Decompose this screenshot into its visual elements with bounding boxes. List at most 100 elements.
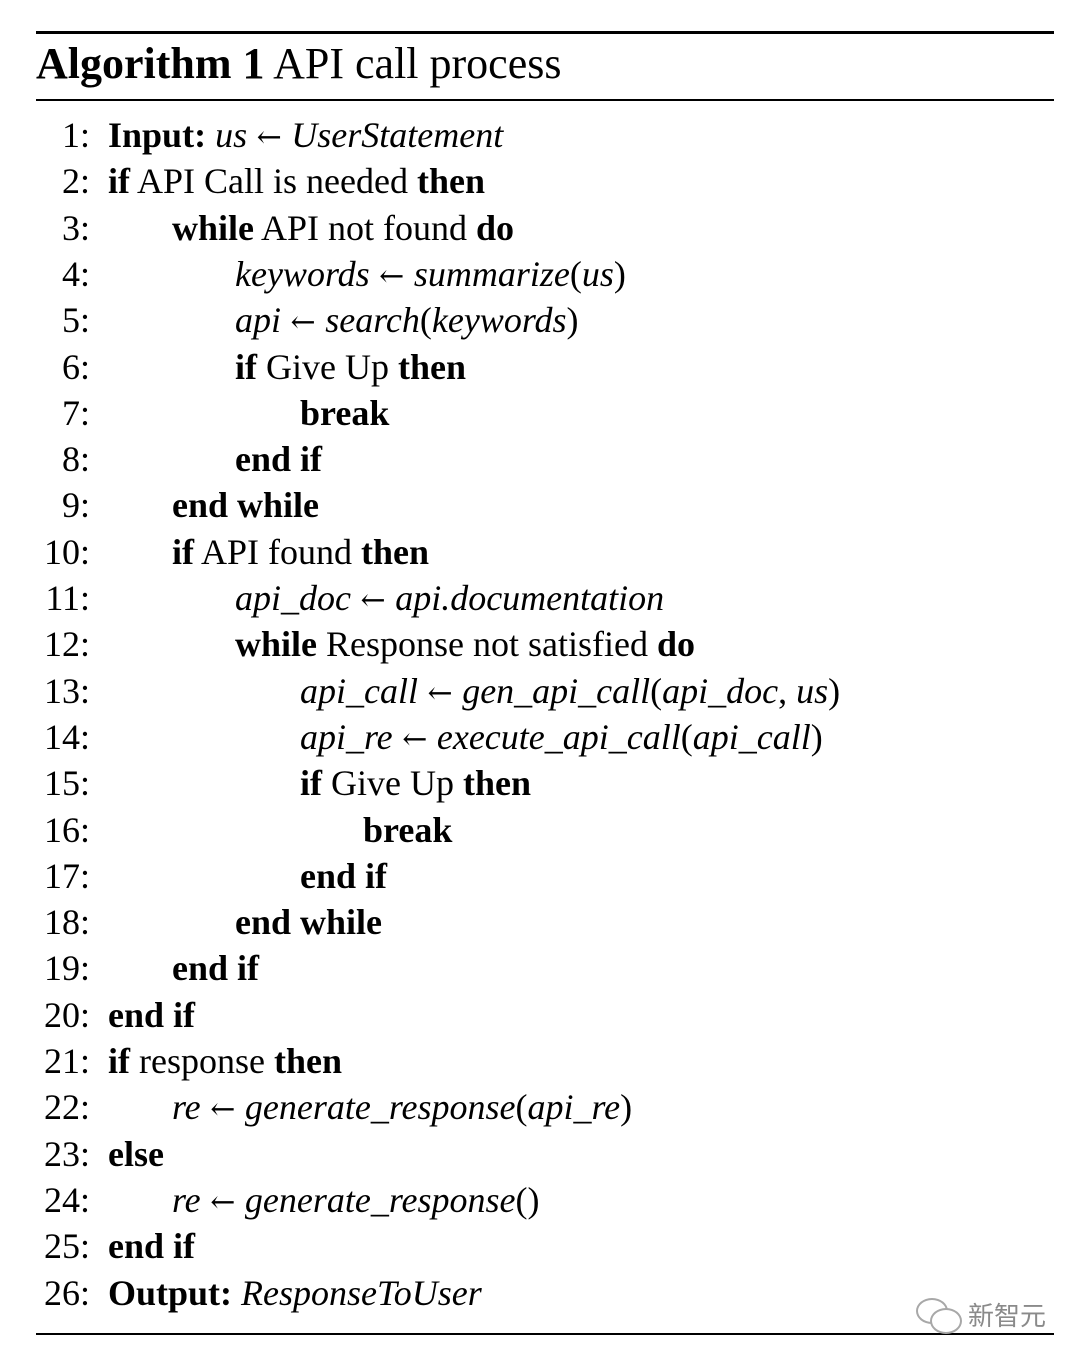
line-number: 1: <box>61 115 90 155</box>
math-term: re <box>172 1179 201 1220</box>
math-term: gen_api_call <box>462 670 651 711</box>
line-number: 11: <box>45 578 90 618</box>
math-term: us <box>215 115 248 155</box>
math-term: re <box>172 1087 201 1128</box>
line-content: while Response not satisfied do <box>235 621 695 667</box>
line-number: 20: <box>43 994 90 1035</box>
keyword: do <box>656 624 696 665</box>
math-term: us <box>796 670 829 711</box>
line-content: keywords ← summarize(us) <box>235 251 626 300</box>
math-term: keywords <box>235 253 370 294</box>
keyword: else <box>108 1133 164 1174</box>
math-term: search <box>325 300 420 341</box>
line-content: if API found then <box>172 529 429 575</box>
math-term: generate_response <box>244 1179 516 1220</box>
line-number: 3: <box>61 207 90 248</box>
line-number: 8: <box>61 439 90 480</box>
line-content: if response then <box>108 1038 342 1084</box>
arrow-symbol: ← <box>247 120 292 155</box>
math-term: api.documentation <box>395 578 665 618</box>
keyword: end if <box>172 948 260 989</box>
line-content: if API Call is needed then <box>108 158 485 204</box>
algorithm-label: Algorithm 1 <box>36 39 265 88</box>
line-content: end if <box>235 436 322 482</box>
text: Give Up <box>322 763 463 804</box>
line-content: api_call ← gen_api_call(api_doc, us) <box>300 668 840 717</box>
arrow-symbol: ← <box>200 1184 245 1220</box>
text: API found <box>194 531 362 572</box>
text: API Call is needed <box>130 161 417 202</box>
keyword: then <box>273 1041 342 1081</box>
line-number: 21: <box>43 1041 90 1081</box>
keyword: break <box>300 392 390 433</box>
text: ) <box>828 670 841 711</box>
text: Give Up <box>257 346 398 387</box>
watermark: 新智元 <box>916 1296 1047 1334</box>
line-number: 19: <box>43 948 90 989</box>
math-term: api_doc <box>235 578 351 618</box>
line-number: 24: <box>43 1179 90 1220</box>
top-rule <box>36 31 1054 34</box>
keyword: if <box>235 346 257 387</box>
text: ( <box>515 1087 528 1128</box>
keyword: then <box>361 531 430 572</box>
text: ) <box>566 300 579 341</box>
text <box>232 1273 241 1313</box>
text: ( <box>650 670 663 711</box>
line-content: Output: ResponseToUser <box>108 1270 482 1316</box>
line-content: api_doc ← api.documentation <box>235 575 664 624</box>
line-content: break <box>300 390 389 436</box>
keyword: if <box>108 161 130 202</box>
text: response <box>130 1041 274 1081</box>
bottom-rule <box>36 1333 1054 1335</box>
line-content: while API not found do <box>172 205 514 251</box>
line-number: 23: <box>43 1133 90 1174</box>
line-content: end if <box>108 1223 195 1269</box>
line-number: 26: <box>43 1272 90 1313</box>
algorithm-caption: Algorithm 1 API call process <box>36 36 561 92</box>
arrow-symbol: ← <box>369 258 414 294</box>
line-number: 4: <box>61 253 90 294</box>
keyword: if <box>108 1041 130 1081</box>
arrow-symbol: ← <box>392 721 437 757</box>
arrow-symbol: ← <box>350 583 396 618</box>
text: ) <box>613 253 626 294</box>
keyword: while <box>235 624 318 665</box>
keyword: end if <box>235 439 323 480</box>
line-number: 2: <box>61 161 90 202</box>
math-term: api_doc <box>662 670 779 711</box>
text: API not found <box>254 207 477 248</box>
keyword: then <box>397 346 466 387</box>
line-number: 17: <box>43 855 90 896</box>
text: Response not satisfied <box>317 624 657 665</box>
keyword: then <box>462 763 531 804</box>
line-content: end while <box>235 899 382 945</box>
math-term: keywords <box>431 300 567 341</box>
keyword: while <box>172 207 255 248</box>
text: ( <box>569 253 582 294</box>
math-term: us <box>581 253 614 294</box>
keyword: if <box>172 531 194 572</box>
math-term: execute_api_call <box>436 716 681 757</box>
line-content: if Give Up then <box>235 344 466 390</box>
arrow-symbol: ← <box>417 675 463 711</box>
arrow-symbol: ← <box>200 1092 245 1128</box>
line-number: 14: <box>43 716 90 757</box>
line-content: end if <box>172 945 259 991</box>
line-content: end while <box>172 482 319 528</box>
line-number: 18: <box>43 902 90 943</box>
text: () <box>515 1179 540 1220</box>
caption-rule <box>36 99 1054 101</box>
math-term: api_re <box>527 1087 621 1128</box>
text: ( <box>680 716 693 757</box>
keyword: end if <box>108 1226 196 1267</box>
keyword: if <box>300 763 322 804</box>
keyword: end while <box>172 485 320 526</box>
arrow-symbol: ← <box>281 305 326 341</box>
line-number: 12: <box>43 624 90 665</box>
keyword: Output: <box>108 1272 233 1313</box>
line-content: api ← search(keywords) <box>235 297 579 346</box>
watermark-text: 新智元 <box>968 1302 1047 1332</box>
math-term: ResponseToUser <box>241 1272 482 1313</box>
text: ( <box>419 300 432 341</box>
